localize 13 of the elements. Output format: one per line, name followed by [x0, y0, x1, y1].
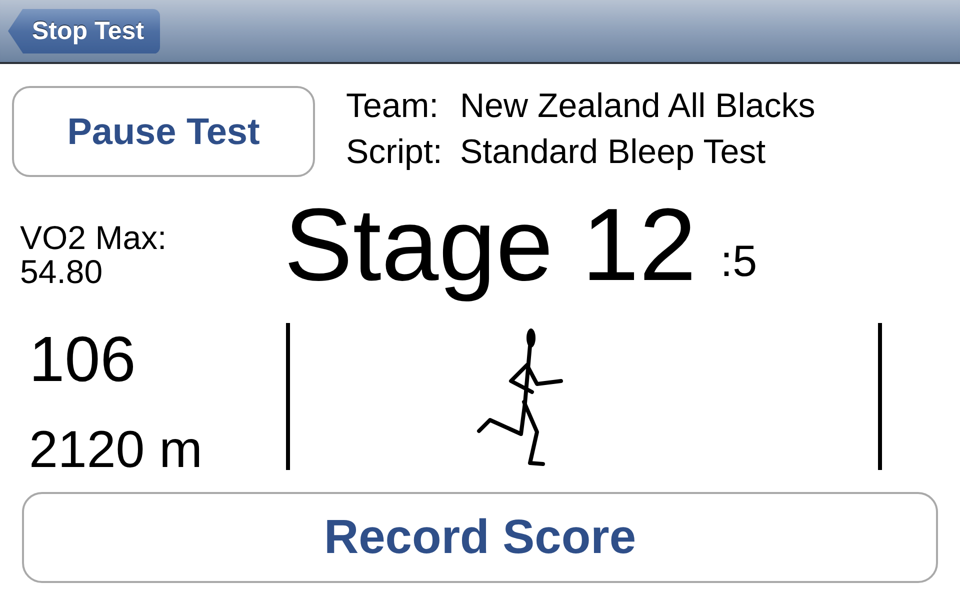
vo2-max-label: VO2 Max: — [20, 221, 168, 256]
shuttle-number: :5 — [720, 240, 758, 288]
shuttle-count-text: 106 — [29, 327, 137, 392]
distance-text: 2120 m — [29, 424, 204, 476]
record-button[interactable]: Record Score — [22, 492, 938, 584]
info-value: Standard Bleep Test — [460, 132, 767, 172]
info-label: Script: — [346, 132, 444, 172]
info-label: Team: — [346, 86, 440, 127]
vo2-max-value: 54.80 — [20, 255, 104, 290]
back-button[interactable]: Stop Test — [8, 8, 160, 54]
pause-button[interactable]: Pause Test — [12, 86, 315, 177]
info-value: New Zealand All Blacks — [460, 86, 816, 127]
stage-title: Stage 12 — [284, 186, 696, 304]
